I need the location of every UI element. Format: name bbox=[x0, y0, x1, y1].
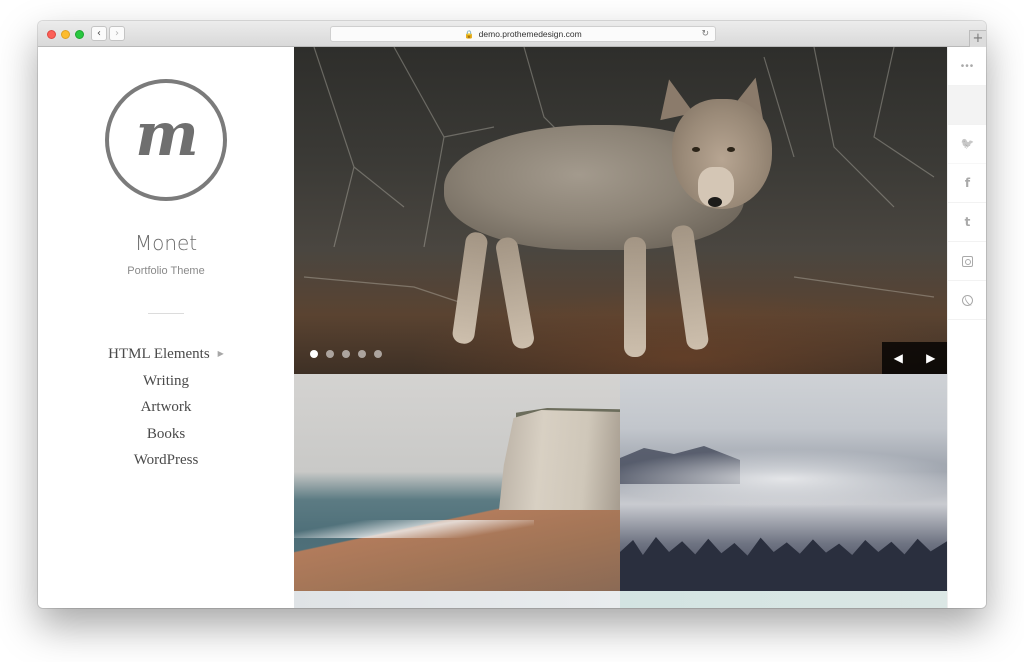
nav-item-label: Artwork bbox=[140, 399, 192, 415]
nav-item-artwork[interactable]: Artwork bbox=[38, 394, 294, 421]
nav-item-wordpress[interactable]: WordPress bbox=[38, 447, 294, 474]
main-navigation: HTML Elements ▶ Writing Artwork Books Wor… bbox=[38, 341, 294, 474]
browser-toolbar: ‹ › 🔒 demo.prothemedesign.com ↻ + bbox=[38, 21, 986, 47]
portfolio-grid: ◀ ▶ bbox=[294, 47, 947, 608]
wolf-nose bbox=[708, 197, 722, 207]
nav-item-label: Books bbox=[146, 425, 186, 442]
portfolio-tile-partial[interactable] bbox=[294, 591, 620, 608]
divider bbox=[148, 313, 184, 314]
submenu-caret-icon: ▶ bbox=[217, 349, 224, 358]
wolf-leg bbox=[624, 237, 646, 357]
address-bar[interactable]: 🔒 demo.prothemedesign.com ↻ bbox=[330, 26, 716, 42]
featured-slider[interactable]: ◀ ▶ bbox=[294, 47, 947, 374]
wolf-eye bbox=[692, 147, 700, 152]
tumblr-icon[interactable]: t bbox=[948, 203, 986, 242]
nav-item-label: WordPress bbox=[133, 452, 199, 468]
fog-band bbox=[620, 449, 947, 509]
slider-next-button[interactable]: ▶ bbox=[915, 342, 948, 374]
slider-navigation: ◀ ▶ bbox=[882, 342, 947, 374]
wolf-eye bbox=[727, 147, 735, 152]
slider-dot[interactable] bbox=[374, 350, 382, 358]
dribbble-glyph bbox=[962, 295, 973, 307]
site-title[interactable]: Monet bbox=[38, 231, 294, 255]
reload-icon[interactable]: ↻ bbox=[701, 27, 709, 41]
nav-item-label: HTML Elements bbox=[108, 346, 210, 362]
nav-item-writing[interactable]: Writing bbox=[38, 368, 294, 395]
nav-item-label: Writing bbox=[142, 372, 190, 389]
slider-dot[interactable] bbox=[358, 350, 366, 358]
slider-dot[interactable] bbox=[326, 350, 334, 358]
social-rail: ••• 🐦 f t bbox=[947, 47, 986, 608]
slider-pagination bbox=[310, 350, 382, 358]
forward-button[interactable]: › bbox=[109, 26, 125, 41]
instagram-glyph bbox=[962, 256, 973, 268]
portfolio-tile-partial[interactable] bbox=[620, 591, 947, 608]
portfolio-tile-forest[interactable] bbox=[620, 374, 947, 591]
nav-item-html-elements[interactable]: HTML Elements ▶ bbox=[38, 341, 294, 368]
new-tab-button[interactable]: + bbox=[969, 30, 986, 47]
facebook-icon[interactable]: f bbox=[948, 164, 986, 203]
zoom-window-button[interactable] bbox=[75, 30, 84, 39]
instagram-icon[interactable] bbox=[948, 242, 986, 281]
portfolio-tile-coast[interactable] bbox=[294, 374, 620, 591]
chalk-cliff bbox=[499, 410, 620, 510]
minimize-window-button[interactable] bbox=[61, 30, 70, 39]
lock-icon: 🔒 bbox=[464, 30, 475, 39]
pine-treeline bbox=[620, 537, 947, 591]
slider-dot[interactable] bbox=[310, 350, 318, 358]
browser-window: ‹ › 🔒 demo.prothemedesign.com ↻ + m Mone… bbox=[38, 21, 986, 608]
site-tagline: Portfolio Theme bbox=[127, 265, 205, 277]
dribbble-icon[interactable] bbox=[948, 281, 986, 320]
rail-spacer bbox=[948, 86, 986, 125]
more-icon[interactable]: ••• bbox=[948, 47, 986, 86]
site-logo[interactable]: m bbox=[105, 79, 227, 201]
back-button[interactable]: ‹ bbox=[91, 26, 107, 41]
sea-foam bbox=[294, 520, 534, 538]
slider-dot[interactable] bbox=[342, 350, 350, 358]
close-window-button[interactable] bbox=[47, 30, 56, 39]
slider-prev-button[interactable]: ◀ bbox=[882, 342, 915, 374]
nav-item-books[interactable]: Books bbox=[38, 421, 294, 448]
site-sidebar: m Monet Portfolio Theme HTML Elements ▶ W… bbox=[38, 47, 294, 608]
twitter-icon[interactable]: 🐦 bbox=[948, 125, 986, 164]
url-text: demo.prothemedesign.com bbox=[478, 29, 582, 39]
